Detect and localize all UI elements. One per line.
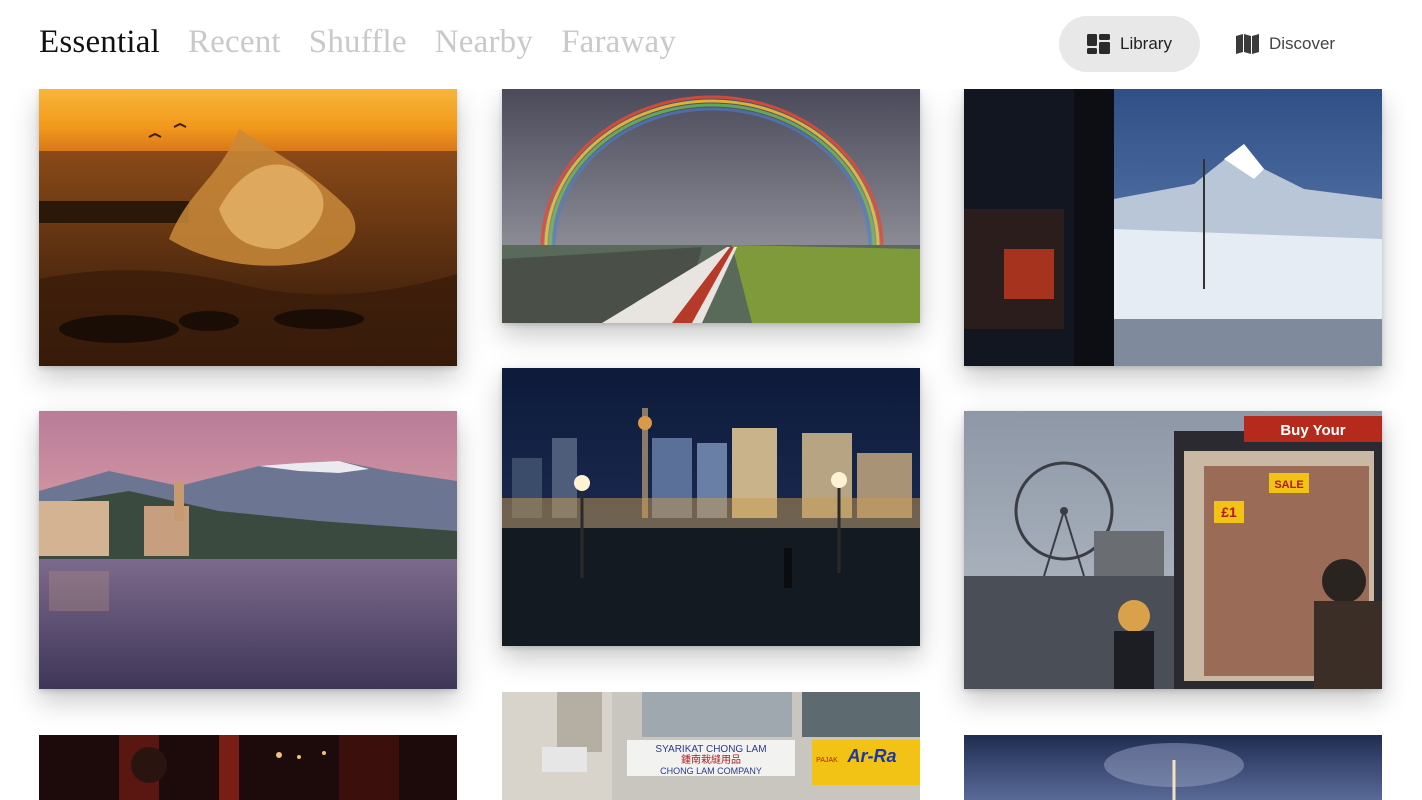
view-switcher: Library Discover [1059,16,1363,72]
discover-label: Discover [1268,34,1336,53]
collection-tabs: Essential Recent Shuffle Nearby Faraway [39,24,676,61]
shop-sign-line-2: 鍾南栽縫用品 [681,753,741,766]
shop-sign-arrahnu: Ar-Ra [846,746,896,766]
tab-essential[interactable]: Essential [39,24,160,61]
photo-shop-front[interactable]: SYARIKAT CHONG LAM 鍾南栽縫用品 CHONG LAM COMP… [502,692,920,800]
shop-sign-line-3: CHONG LAM COMPANY [660,766,762,776]
photo-rainbow-train[interactable] [502,89,920,323]
tab-faraway[interactable]: Faraway [561,24,676,61]
photo-sunset-wave[interactable] [39,89,457,366]
shop-sign-pajak: PAJAK [816,757,838,764]
discover-button[interactable]: Discover [1208,16,1363,72]
photo-grid: SYARIKAT CHONG LAM 鍾南栽縫用品 CHONG LAM COMP… [0,0,1422,800]
photo-night-tower[interactable] [964,735,1382,800]
photo-mountain-train[interactable] [964,89,1382,366]
library-label: Library [1120,34,1172,53]
library-button[interactable]: Library [1059,16,1200,72]
map-icon [1235,34,1259,54]
stall-banner: Buy Your [1280,422,1345,439]
photo-london-eye[interactable]: £1 SALE Buy Your [964,411,1382,689]
stall-sale-sign: SALE [1274,479,1303,491]
tab-recent[interactable]: Recent [188,24,281,61]
tab-nearby[interactable]: Nearby [435,24,533,61]
tab-shuffle[interactable]: Shuffle [309,24,407,61]
top-navigation-bar: Essential Recent Shuffle Nearby Faraway … [0,0,1422,89]
photo-lake-town[interactable] [39,411,457,689]
shop-sign-line-1: SYARIKAT CHONG LAM [655,744,766,755]
photo-city-bridge[interactable] [502,368,920,646]
library-grid-icon [1087,34,1110,54]
photo-neon-bar[interactable] [39,735,457,800]
stall-price-sign: £1 [1221,504,1237,520]
